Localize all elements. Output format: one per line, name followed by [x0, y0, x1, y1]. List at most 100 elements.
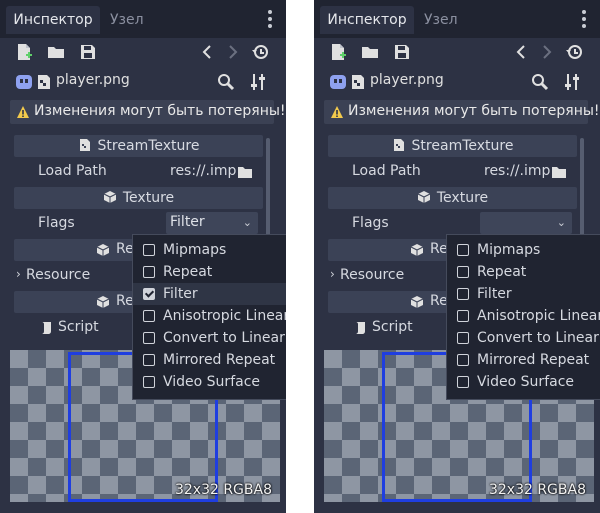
flag-option-mirrored-repeat[interactable]: Mirrored Repeat [447, 349, 600, 371]
tab-bar: Инспектор Узел [0, 0, 286, 38]
section-texture[interactable]: Texture [328, 187, 577, 209]
script-label: Script [372, 319, 413, 335]
flag-option-video-surface[interactable]: Video Surface [133, 371, 286, 393]
cube-icon [96, 244, 110, 256]
warning-text: Изменения могут быть потеряны! [348, 103, 600, 119]
script-icon [41, 322, 51, 334]
image-icon [330, 75, 346, 89]
checkbox-icon[interactable] [143, 310, 155, 322]
load-path-value: res://.imp [484, 163, 551, 179]
chevron-down-icon: ⌄ [242, 216, 252, 229]
back-arrow-icon[interactable] [512, 42, 532, 62]
tab-menu-icon[interactable] [266, 10, 274, 30]
file-name: player.png [370, 72, 444, 88]
load-path-value: res://.imp [170, 163, 237, 179]
checkbox-icon[interactable] [457, 310, 469, 322]
image-icon [16, 75, 32, 89]
flags-popup-menu: Mipmaps Repeat Filter Anisotropic Linear… [446, 234, 600, 400]
checkbox-icon[interactable] [457, 332, 469, 344]
flag-option-convert-to-linear[interactable]: Convert to Linear [133, 327, 286, 349]
section-stream-texture[interactable]: StreamTexture [14, 135, 263, 157]
save-icon[interactable] [78, 42, 98, 62]
back-arrow-icon[interactable] [198, 42, 218, 62]
forward-arrow-icon[interactable] [222, 42, 242, 62]
tab-node[interactable]: Узел [424, 6, 458, 34]
tab-node[interactable]: Узел [110, 6, 144, 34]
section-texture[interactable]: Texture [14, 187, 263, 209]
chevron-down-icon: ⌄ [556, 216, 566, 229]
load-path-label: Load Path [38, 163, 107, 179]
inspector-panel: Инспектор Узел player.png Изменения могу… [0, 0, 286, 513]
checkbox-icon[interactable] [457, 266, 469, 278]
load-path-label: Load Path [352, 163, 421, 179]
search-icon[interactable] [216, 72, 236, 92]
flags-dropdown[interactable]: ⌄ [480, 212, 572, 234]
tab-menu-icon[interactable] [580, 10, 588, 30]
settings-icon[interactable] [248, 72, 268, 92]
flag-option-mipmaps[interactable]: Mipmaps [447, 239, 600, 261]
flags-popup-menu: Mipmaps Repeat Filter Anisotropic Linear… [132, 234, 286, 400]
history-icon[interactable] [564, 42, 584, 62]
warning-banner: Изменения могут быть потеряны! [10, 100, 286, 124]
stream-texture-icon [393, 139, 404, 151]
preview-info: 32x32 RGBA8 [488, 482, 586, 498]
section-stream-texture[interactable]: StreamTexture [328, 135, 577, 157]
folder-icon[interactable] [237, 165, 253, 179]
cube-icon [410, 244, 424, 256]
open-folder-icon[interactable] [360, 42, 380, 62]
checkbox-icon[interactable] [457, 376, 469, 388]
warning-icon [17, 106, 29, 118]
tab-inspector[interactable]: Инспектор [6, 6, 100, 34]
flags-label: Flags [38, 215, 75, 231]
flag-option-video-surface[interactable]: Video Surface [447, 371, 600, 393]
flag-option-mipmaps[interactable]: Mipmaps [133, 239, 286, 261]
checkbox-icon[interactable] [457, 354, 469, 366]
stream-texture-icon [38, 75, 50, 89]
checkbox-icon[interactable] [143, 354, 155, 366]
new-resource-icon[interactable] [328, 42, 348, 62]
checkbox-icon[interactable] [143, 244, 155, 256]
flag-option-repeat[interactable]: Repeat [133, 261, 286, 283]
flag-option-convert-to-linear[interactable]: Convert to Linear [447, 327, 600, 349]
tab-bar: Инспектор Узел [314, 0, 600, 38]
flag-option-filter[interactable]: Filter [133, 283, 286, 305]
chevron-right-icon[interactable]: › [16, 267, 21, 281]
checkbox-icon[interactable] [143, 332, 155, 344]
flag-option-anisotropic-linear[interactable]: Anisotropic Linear [133, 305, 286, 327]
resource-label[interactable]: Resource [26, 267, 90, 283]
new-resource-icon[interactable] [14, 42, 34, 62]
flags-value: Filter [170, 214, 205, 230]
flags-dropdown[interactable]: Filter ⌄ [166, 212, 258, 234]
cube-icon [410, 296, 424, 308]
tab-inspector[interactable]: Инспектор [320, 6, 414, 34]
checkbox-icon[interactable] [457, 244, 469, 256]
warning-banner: Изменения могут быть потеряны! [324, 100, 600, 124]
history-icon[interactable] [250, 42, 270, 62]
cube-icon [103, 191, 117, 203]
folder-icon[interactable] [551, 165, 567, 179]
inspector-panel: Инспектор Узел player.png Изменения могу… [314, 0, 600, 513]
flag-option-filter[interactable]: Filter [447, 283, 600, 305]
flags-label: Flags [352, 215, 389, 231]
save-icon[interactable] [392, 42, 412, 62]
flag-option-anisotropic-linear[interactable]: Anisotropic Linear [447, 305, 600, 327]
stream-texture-icon [352, 75, 364, 89]
flag-option-mirrored-repeat[interactable]: Mirrored Repeat [133, 349, 286, 371]
resource-label[interactable]: Resource [340, 267, 404, 283]
warning-text: Изменения могут быть потеряны! [34, 103, 286, 119]
stream-texture-icon [79, 139, 90, 151]
warning-icon [331, 106, 343, 118]
checkbox-icon[interactable] [457, 288, 469, 300]
chevron-right-icon[interactable]: › [330, 267, 335, 281]
cube-icon [96, 296, 110, 308]
search-icon[interactable] [530, 72, 550, 92]
open-folder-icon[interactable] [46, 42, 66, 62]
settings-icon[interactable] [562, 72, 582, 92]
checkbox-icon[interactable] [143, 288, 155, 300]
forward-arrow-icon[interactable] [536, 42, 556, 62]
flag-option-repeat[interactable]: Repeat [447, 261, 600, 283]
script-icon [355, 322, 365, 334]
checkbox-icon[interactable] [143, 266, 155, 278]
checkbox-icon[interactable] [143, 376, 155, 388]
preview-info: 32x32 RGBA8 [174, 482, 272, 498]
